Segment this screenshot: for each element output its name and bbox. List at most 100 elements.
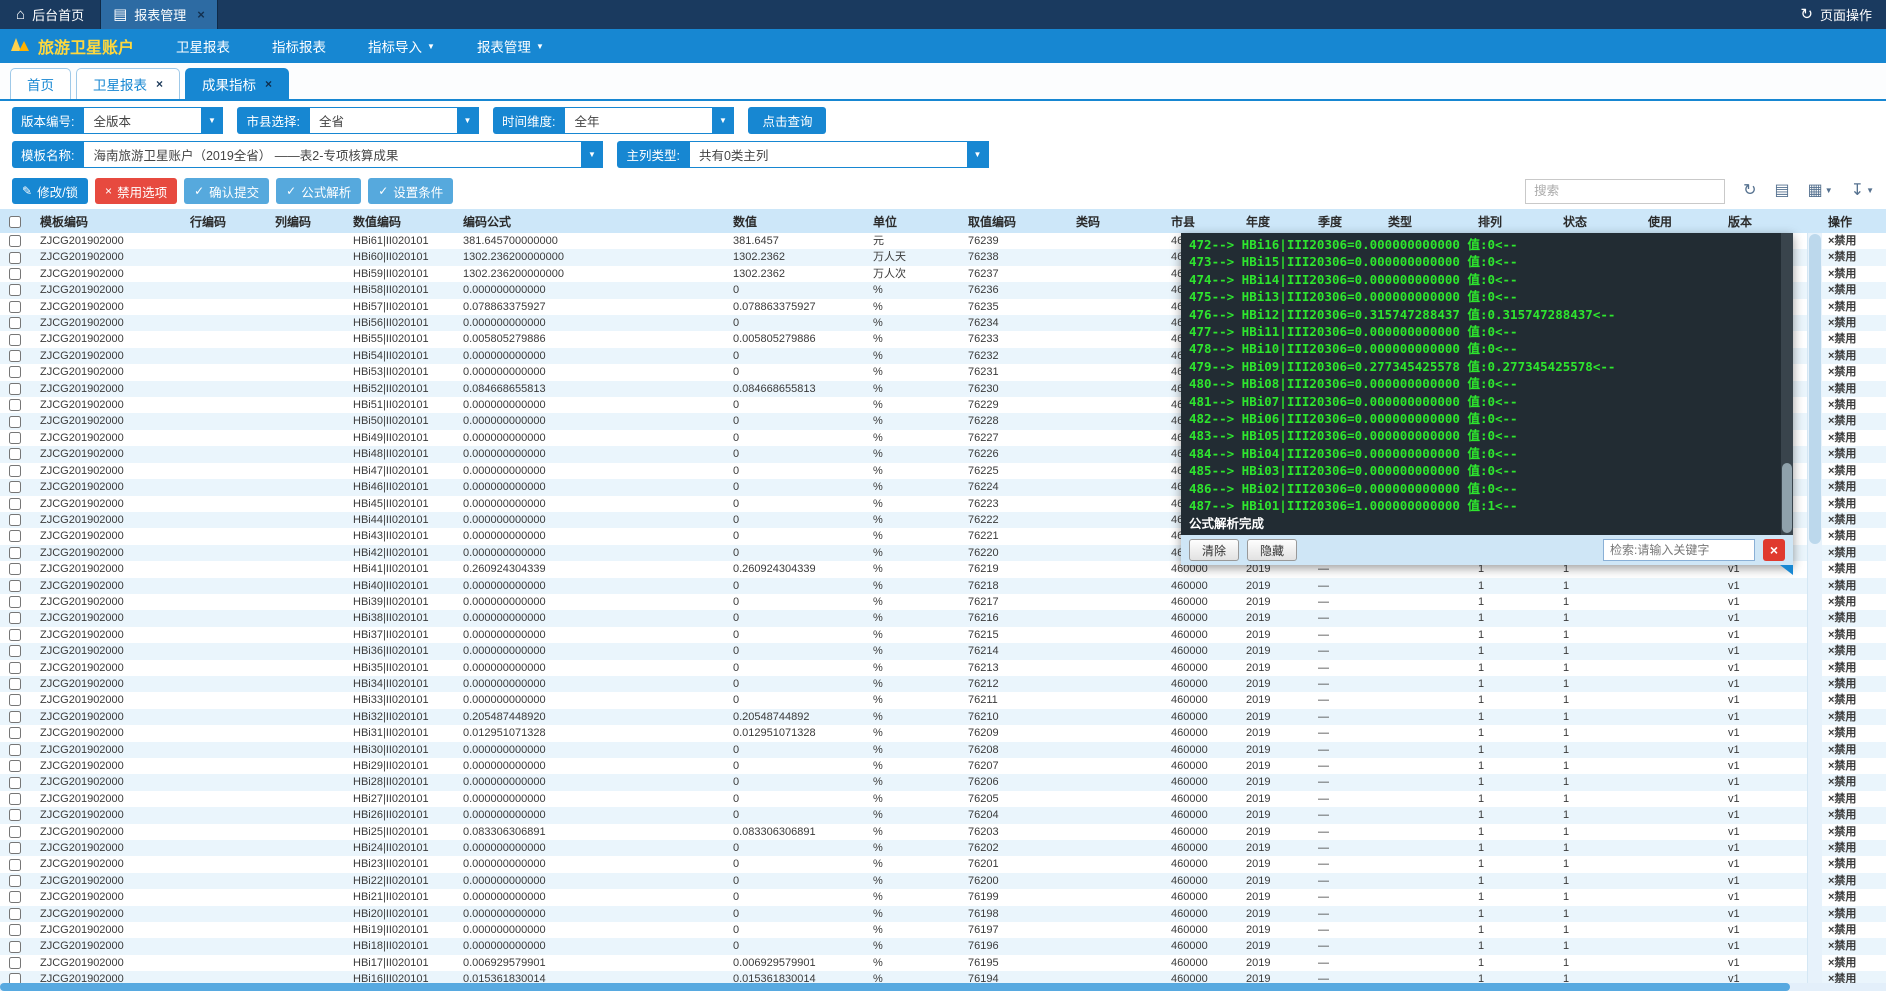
disable-action-link[interactable]: ×禁用 [1822, 676, 1886, 692]
search-input[interactable] [1525, 179, 1725, 204]
horizontal-scrollbar-thumb[interactable] [0, 983, 1790, 991]
disable-action-link[interactable]: ×禁用 [1822, 643, 1886, 659]
disable-action-link[interactable]: ×禁用 [1822, 938, 1886, 954]
disable-action-link[interactable]: ×禁用 [1822, 774, 1886, 790]
close-icon[interactable]: × [156, 77, 163, 91]
select-all-checkbox[interactable] [9, 216, 21, 228]
row-checkbox[interactable] [9, 859, 21, 871]
menu-item-1[interactable]: 卫星报表 [176, 36, 230, 56]
row-checkbox[interactable] [9, 941, 21, 953]
version-filter-select[interactable]: 全版本 ▼ [83, 107, 223, 134]
menu-item-4[interactable]: 报表管理▼ [477, 36, 544, 56]
row-checkbox[interactable] [9, 727, 21, 739]
row-checkbox[interactable] [9, 366, 21, 378]
disable-action-link[interactable]: ×禁用 [1822, 496, 1886, 512]
row-checkbox[interactable] [9, 662, 21, 674]
row-checkbox[interactable] [9, 842, 21, 854]
toolbar-button-4[interactable]: ✓公式解析 [276, 178, 361, 204]
row-checkbox[interactable] [9, 908, 21, 920]
row-checkbox[interactable] [9, 875, 21, 887]
disable-action-link[interactable]: ×禁用 [1822, 758, 1886, 774]
disable-action-link[interactable]: ×禁用 [1822, 479, 1886, 495]
console-scrollbar[interactable] [1781, 233, 1793, 535]
row-checkbox[interactable] [9, 612, 21, 624]
row-checkbox[interactable] [9, 744, 21, 756]
disable-action-link[interactable]: ×禁用 [1822, 889, 1886, 905]
disable-action-link[interactable]: ×禁用 [1822, 725, 1886, 741]
console-close-button[interactable]: × [1763, 539, 1785, 561]
console-search-input[interactable] [1603, 539, 1755, 561]
close-icon[interactable]: × [197, 7, 205, 22]
disable-action-link[interactable]: ×禁用 [1822, 446, 1886, 462]
row-checkbox[interactable] [9, 350, 21, 362]
disable-action-link[interactable]: ×禁用 [1822, 906, 1886, 922]
disable-action-link[interactable]: ×禁用 [1822, 627, 1886, 643]
disable-action-link[interactable]: ×禁用 [1822, 922, 1886, 938]
close-icon[interactable]: × [265, 77, 272, 91]
query-button[interactable]: 点击查询 [748, 107, 826, 134]
page-operations-button[interactable]: ↻ 页面操作 [1786, 0, 1886, 29]
toolbar-button-1[interactable]: ✎修改/锁 [12, 178, 88, 204]
console-hide-button[interactable]: 隐藏 [1247, 539, 1297, 561]
vertical-scrollbar-thumb[interactable] [1809, 234, 1821, 544]
disable-action-link[interactable]: ×禁用 [1822, 430, 1886, 446]
list-view-icon[interactable]: ▤ [1775, 183, 1790, 199]
disable-action-link[interactable]: ×禁用 [1822, 233, 1886, 249]
topbar-window-tab-report-mgmt[interactable]: ▤ 报表管理 × [100, 0, 218, 29]
toolbar-button-5[interactable]: ✓设置条件 [368, 178, 453, 204]
row-checkbox[interactable] [9, 957, 21, 969]
menu-item-3[interactable]: 指标导入▼ [368, 36, 435, 56]
template-filter-select[interactable]: 海南旅游卫星账户（2019全省） ——表2-专项核算成果 ▼ [83, 141, 603, 168]
disable-action-link[interactable]: ×禁用 [1822, 299, 1886, 315]
row-checkbox[interactable] [9, 268, 21, 280]
disable-action-link[interactable]: ×禁用 [1822, 315, 1886, 331]
toolbar-button-3[interactable]: ✓确认提交 [184, 178, 269, 204]
row-checkbox[interactable] [9, 235, 21, 247]
row-checkbox[interactable] [9, 629, 21, 641]
disable-action-link[interactable]: ×禁用 [1822, 364, 1886, 380]
row-checkbox[interactable] [9, 448, 21, 460]
row-checkbox[interactable] [9, 317, 21, 329]
console-clear-button[interactable]: 清除 [1189, 539, 1239, 561]
row-checkbox[interactable] [9, 694, 21, 706]
disable-action-link[interactable]: ×禁用 [1822, 824, 1886, 840]
disable-action-link[interactable]: ×禁用 [1822, 856, 1886, 872]
export-icon[interactable]: ↧▼ [1851, 183, 1874, 199]
row-checkbox[interactable] [9, 924, 21, 936]
row-checkbox[interactable] [9, 514, 21, 526]
row-checkbox[interactable] [9, 580, 21, 592]
row-checkbox[interactable] [9, 530, 21, 542]
row-checkbox[interactable] [9, 252, 21, 264]
disable-action-link[interactable]: ×禁用 [1822, 840, 1886, 856]
toolbar-button-2[interactable]: ×禁用选项 [95, 178, 177, 204]
row-checkbox[interactable] [9, 678, 21, 690]
refresh-icon[interactable]: ↻ [1743, 183, 1756, 199]
disable-action-link[interactable]: ×禁用 [1822, 873, 1886, 889]
row-checkbox[interactable] [9, 793, 21, 805]
row-checkbox[interactable] [9, 711, 21, 723]
row-checkbox[interactable] [9, 498, 21, 510]
region-filter-select[interactable]: 全省 ▼ [309, 107, 479, 134]
disable-action-link[interactable]: ×禁用 [1822, 528, 1886, 544]
disable-action-link[interactable]: ×禁用 [1822, 578, 1886, 594]
row-checkbox[interactable] [9, 563, 21, 575]
disable-action-link[interactable]: ×禁用 [1822, 545, 1886, 561]
row-checkbox[interactable] [9, 465, 21, 477]
columns-grid-icon[interactable]: ▦▼ [1808, 183, 1833, 199]
disable-action-link[interactable]: ×禁用 [1822, 266, 1886, 282]
disable-action-link[interactable]: ×禁用 [1822, 594, 1886, 610]
row-checkbox[interactable] [9, 416, 21, 428]
main-column-filter-select[interactable]: 共有0类主列 ▼ [689, 141, 989, 168]
disable-action-link[interactable]: ×禁用 [1822, 397, 1886, 413]
disable-action-link[interactable]: ×禁用 [1822, 463, 1886, 479]
disable-action-link[interactable]: ×禁用 [1822, 791, 1886, 807]
console-scrollbar-thumb[interactable] [1782, 463, 1792, 533]
menu-item-2[interactable]: 指标报表 [272, 36, 326, 56]
row-checkbox[interactable] [9, 284, 21, 296]
row-checkbox[interactable] [9, 547, 21, 559]
disable-action-link[interactable]: ×禁用 [1822, 331, 1886, 347]
disable-action-link[interactable]: ×禁用 [1822, 249, 1886, 265]
row-checkbox[interactable] [9, 432, 21, 444]
disable-action-link[interactable]: ×禁用 [1822, 512, 1886, 528]
row-checkbox[interactable] [9, 399, 21, 411]
